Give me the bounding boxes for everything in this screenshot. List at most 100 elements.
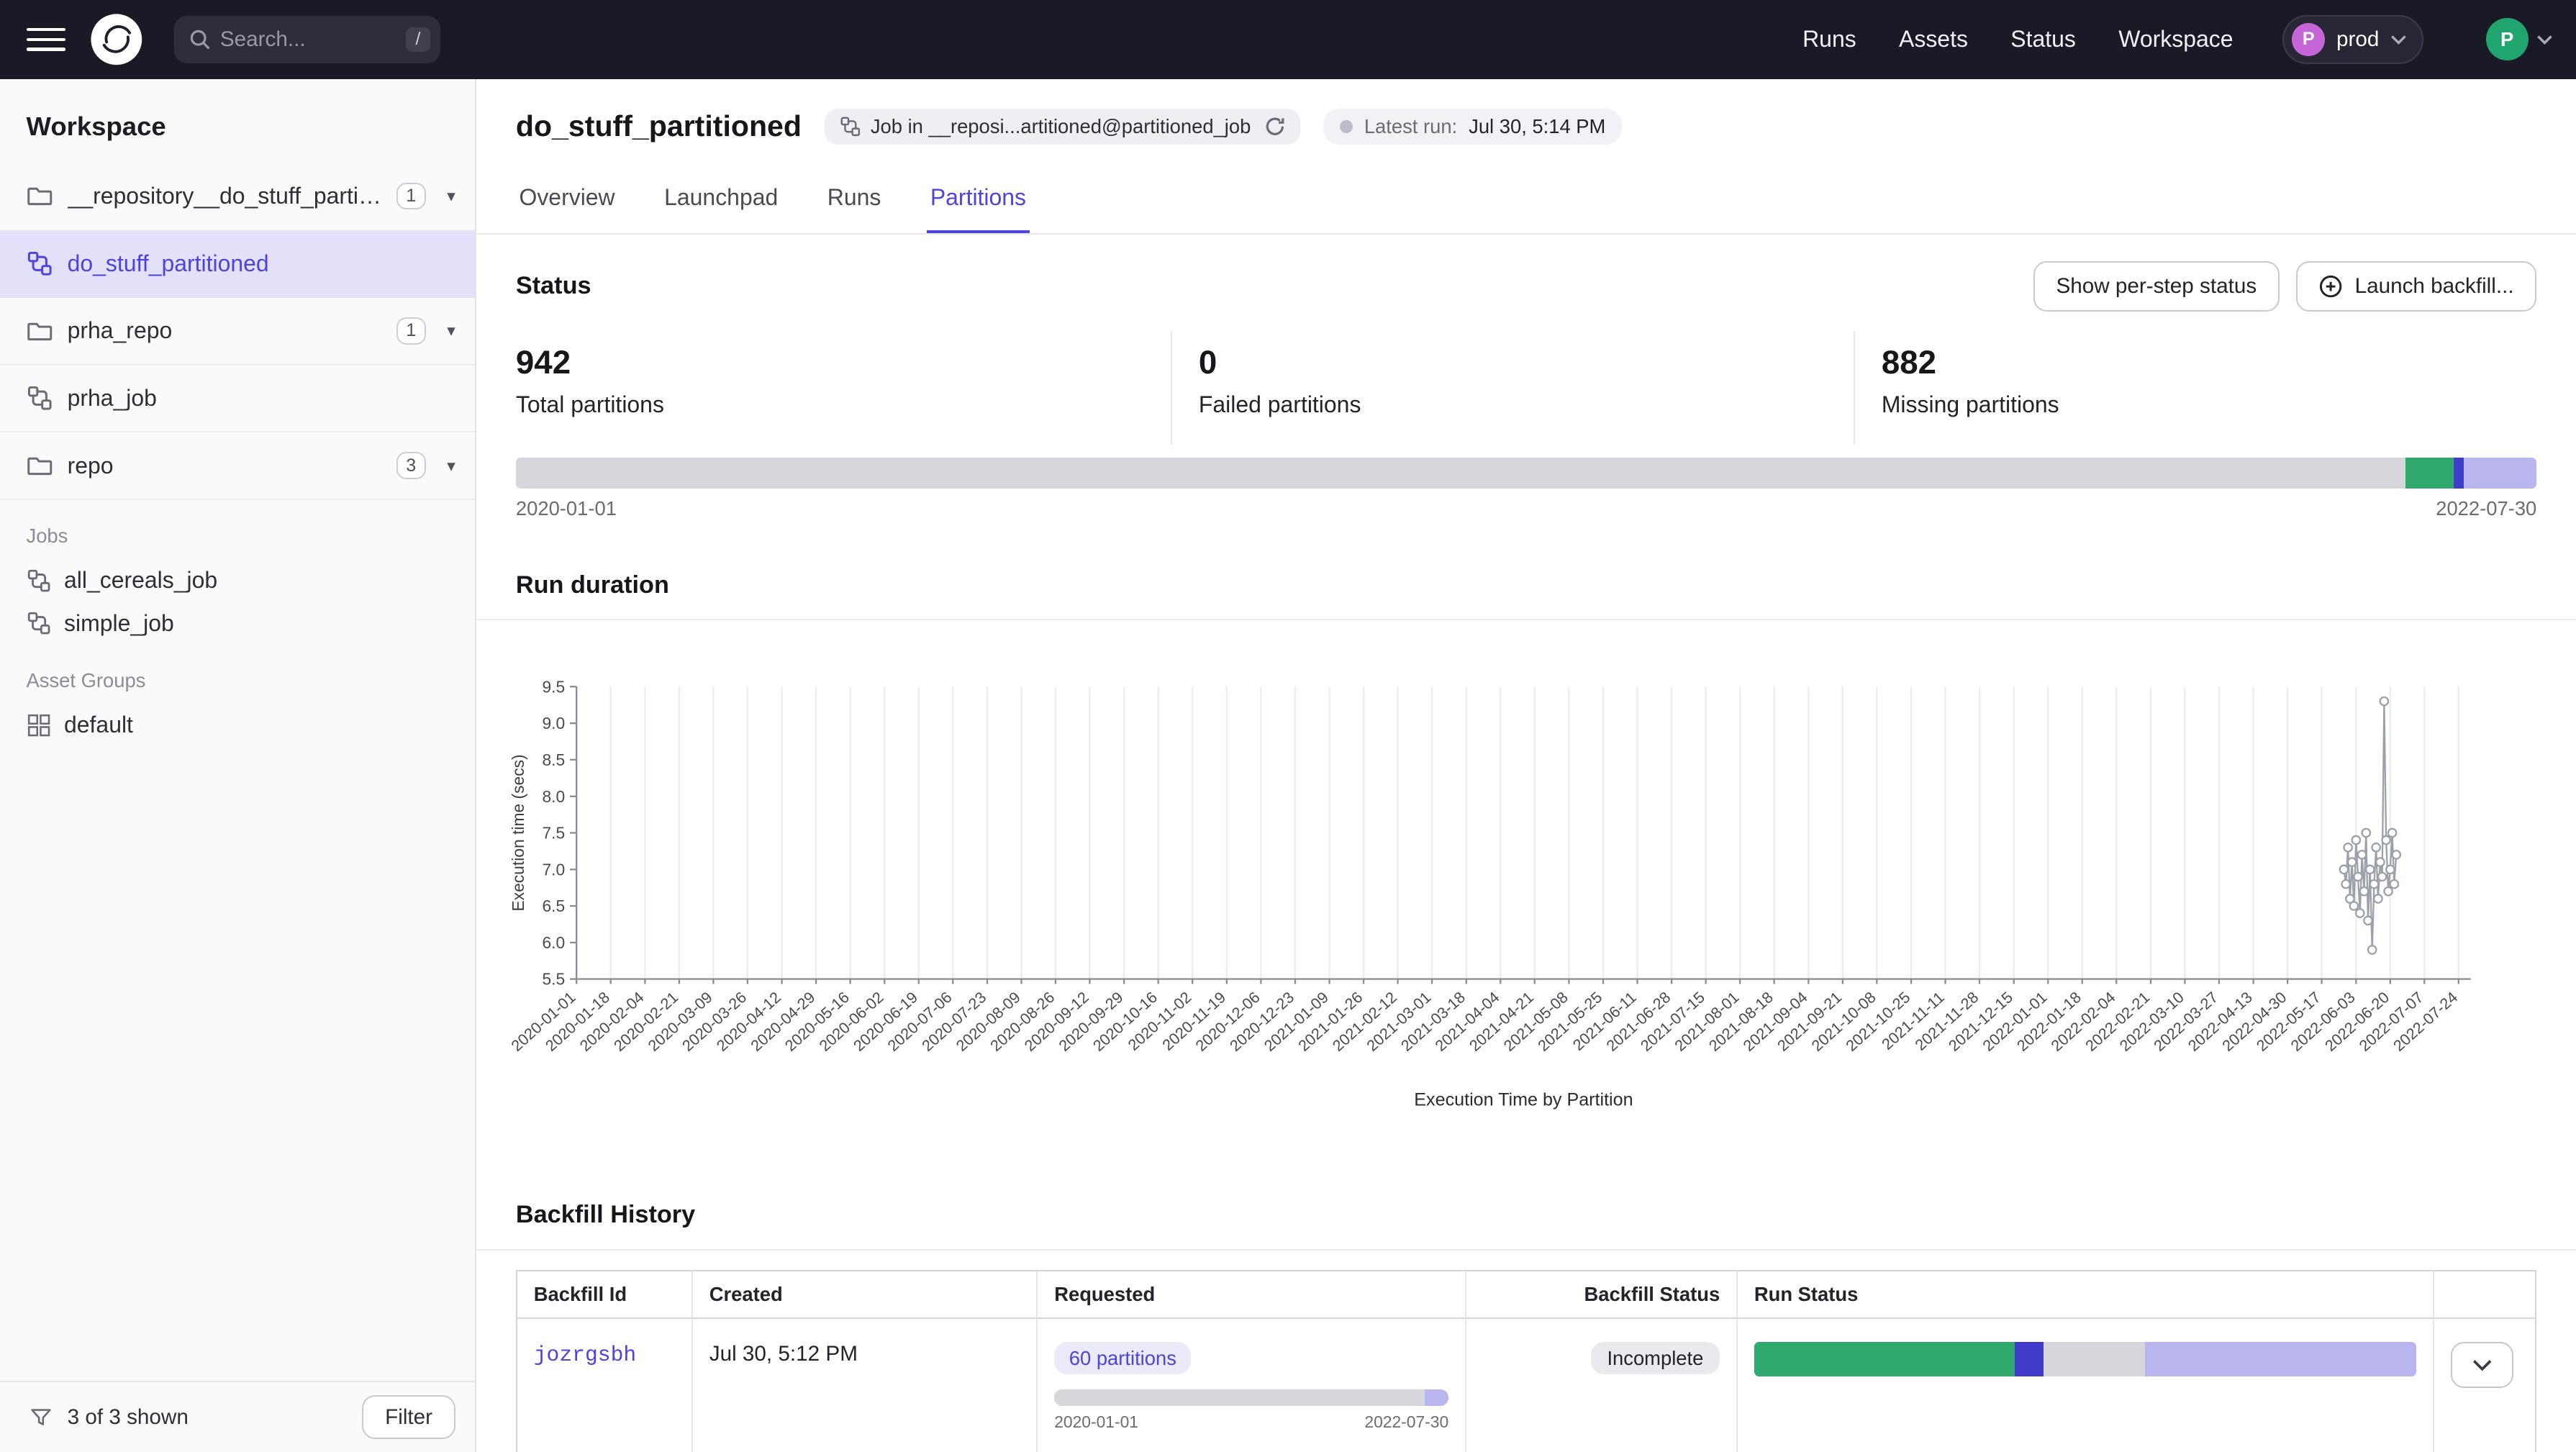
sidebar-item-do-stuff-partitioned[interactable]: do_stuff_partitioned	[0, 231, 475, 299]
stat-label: Total partitions	[516, 391, 1171, 418]
caret-down-icon[interactable]: ▾	[447, 186, 455, 206]
column-header-backfill-status: Backfill Status	[1465, 1271, 1736, 1319]
stat-label: Missing partitions	[1882, 391, 2536, 418]
table-row-cell-requested: 60 partitions 2020-01-01 2022-07-30	[1036, 1319, 1465, 1452]
nav-link-status[interactable]: Status	[2010, 26, 2076, 53]
deployment-avatar: P	[2292, 23, 2325, 56]
table-row-cell-created: Jul 30, 5:12 PM	[691, 1319, 1036, 1452]
caret-down-icon[interactable]: ▾	[447, 456, 455, 476]
table-row-cell-backfill-id: jozrgsbh	[517, 1319, 691, 1452]
main-content: do_stuff_partitioned Job in __reposi...a…	[476, 79, 2576, 1452]
table-row-cell-expand	[2433, 1319, 2535, 1452]
stat-total-partitions: 942 Total partitions	[516, 331, 1171, 444]
sidebar-item-repo[interactable]: repo 3 ▾	[0, 432, 475, 500]
run-duration-title: Run duration	[516, 571, 669, 599]
job-label: do_stuff_partitioned	[68, 250, 455, 277]
backfill-history-section-header: Backfill History	[476, 1173, 2576, 1251]
repo-count-badge: 1	[396, 317, 426, 345]
user-avatar: P	[2486, 18, 2529, 60]
stat-label: Failed partitions	[1199, 391, 1854, 418]
svg-text:Execution time (secs): Execution time (secs)	[509, 754, 527, 911]
page-header: do_stuff_partitioned Job in __reposi...a…	[476, 79, 2576, 145]
stat-value: 0	[1199, 344, 1854, 381]
search-icon	[189, 29, 211, 50]
page-title: do_stuff_partitioned	[516, 109, 802, 143]
folder-icon	[27, 183, 53, 209]
refresh-icon[interactable]	[1264, 116, 1286, 137]
column-header-run-status: Run Status	[1736, 1271, 2433, 1319]
nav-link-assets[interactable]: Assets	[1899, 26, 1968, 53]
expand-row-button[interactable]	[2451, 1342, 2513, 1388]
column-header-backfill-id: Backfill Id	[517, 1271, 691, 1319]
job-icon	[27, 611, 51, 635]
latest-run-time-link[interactable]: Jul 30, 5:14 PM	[1469, 115, 1605, 138]
stat-value: 882	[1882, 344, 2536, 381]
top-navigation-bar: Search... / Runs Assets Status Workspace…	[0, 0, 2576, 79]
stat-value: 942	[516, 344, 1171, 381]
svg-text:7.0: 7.0	[543, 860, 566, 879]
sidebar-item-prha-repo[interactable]: prha_repo 1 ▾	[0, 298, 475, 366]
sidebar-item-default-asset-group[interactable]: default	[0, 704, 475, 746]
run-status-bar	[1754, 1342, 2416, 1376]
job-tabs: Overview Launchpad Runs Partitions	[476, 171, 2576, 235]
sidebar-item-simple-job[interactable]: simple_job	[0, 602, 475, 645]
search-input[interactable]: Search... /	[174, 16, 440, 63]
search-placeholder: Search...	[220, 27, 396, 52]
svg-text:6.5: 6.5	[543, 897, 566, 915]
asset-groups-section-label: Asset Groups	[0, 645, 475, 704]
job-icon	[27, 250, 53, 277]
filter-button[interactable]: Filter	[362, 1395, 455, 1439]
folder-icon	[27, 453, 53, 479]
requested-range-end: 2022-07-30	[1364, 1412, 1448, 1432]
launch-backfill-label: Launch backfill...	[2355, 274, 2514, 299]
job-icon	[840, 116, 861, 137]
latest-run-pill: Latest run: Jul 30, 5:14 PM	[1323, 109, 1622, 145]
tab-runs[interactable]: Runs	[824, 171, 884, 233]
jobs-section-label: Jobs	[0, 500, 475, 559]
table-row-cell-run-status	[1736, 1319, 2433, 1452]
deployment-switcher[interactable]: P prod	[2282, 15, 2423, 64]
nav-link-runs[interactable]: Runs	[1802, 26, 1856, 53]
stat-failed-partitions: 0 Failed partitions	[1171, 331, 1854, 444]
requested-range-bar	[1054, 1389, 1448, 1406]
partition-status-bar-section: 2020-01-01 2022-07-30	[476, 445, 2576, 520]
tab-launchpad[interactable]: Launchpad	[661, 171, 781, 233]
deployment-name: prod	[2336, 27, 2379, 52]
launch-backfill-button[interactable]: Launch backfill...	[2296, 261, 2537, 312]
user-menu[interactable]: P	[2486, 18, 2554, 60]
svg-text:Execution Time by Partition: Execution Time by Partition	[1415, 1089, 1633, 1110]
backfill-id-link[interactable]: jozrgsbh	[534, 1343, 636, 1367]
chevron-down-icon	[2472, 1358, 2492, 1371]
job-origin-tag: Job in __reposi...artitioned@partitioned…	[825, 109, 1300, 145]
svg-text:7.5: 7.5	[543, 823, 566, 842]
partition-range-end: 2022-07-30	[2436, 497, 2536, 520]
caret-down-icon[interactable]: ▾	[447, 321, 455, 340]
sidebar-item-all-cereals-job[interactable]: all_cereals_job	[0, 559, 475, 602]
partition-stats: 942 Total partitions 0 Failed partitions…	[476, 331, 2576, 444]
job-icon	[27, 568, 51, 593]
show-per-step-status-button[interactable]: Show per-step status	[2033, 261, 2280, 312]
status-section-title: Status	[516, 272, 591, 300]
column-header-requested: Requested	[1036, 1271, 1465, 1319]
table-row-cell-backfill-status: Incomplete	[1465, 1319, 1736, 1452]
repo-count-badge: 1	[396, 183, 426, 210]
svg-text:8.5: 8.5	[543, 750, 566, 768]
chevron-down-icon	[2536, 34, 2553, 45]
tab-overview[interactable]: Overview	[516, 171, 618, 233]
partition-range-start: 2020-01-01	[516, 497, 617, 520]
tab-partitions[interactable]: Partitions	[927, 171, 1029, 233]
job-origin-text: Job in __reposi...artitioned@partitioned…	[871, 115, 1251, 138]
stat-missing-partitions: 882 Missing partitions	[1854, 331, 2536, 444]
top-nav-links: Runs Assets Status Workspace P prod P	[1802, 15, 2553, 64]
dagster-logo-icon[interactable]	[89, 12, 145, 68]
job-label: all_cereals_job	[64, 567, 217, 594]
nav-link-workspace[interactable]: Workspace	[2118, 26, 2233, 53]
menu-icon[interactable]	[27, 19, 66, 59]
svg-text:6.0: 6.0	[543, 933, 566, 952]
sidebar-item-repository-do-stuff[interactable]: __repository__do_stuff_partitio... 1 ▾	[0, 163, 475, 231]
svg-text:9.5: 9.5	[543, 677, 566, 696]
run-status-dot-icon	[1340, 120, 1353, 133]
job-label: prha_job	[68, 385, 455, 412]
sidebar-item-prha-job[interactable]: prha_job	[0, 366, 475, 433]
job-label: simple_job	[64, 610, 174, 637]
